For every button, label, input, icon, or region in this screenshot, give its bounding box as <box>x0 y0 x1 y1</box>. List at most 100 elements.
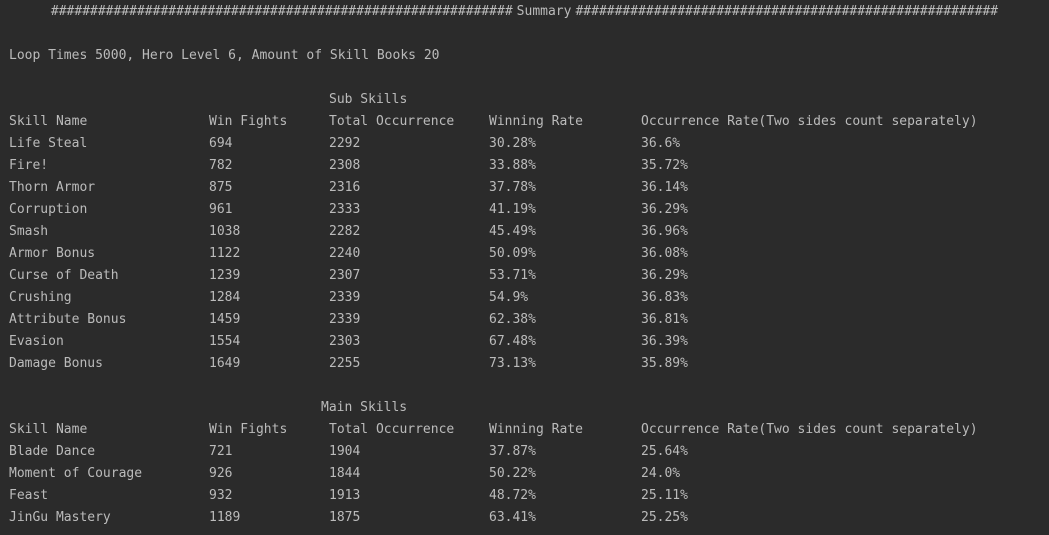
cell-total-occurrence: 2339 <box>329 290 361 305</box>
cell-occurrence-rate: 36.6% <box>641 136 681 151</box>
cell-win-fights: 1284 <box>209 290 241 305</box>
cell-occurrence-rate: 36.83% <box>641 290 688 305</box>
table-row: Feast 932 1913 48.72% 25.11% <box>9 485 1039 507</box>
cell-occurrence-rate: 25.25% <box>641 510 688 525</box>
cell-winning-rate: 30.28% <box>489 136 536 151</box>
cell-occurrence-rate: 35.72% <box>641 158 688 173</box>
table-row: Blade Dance 721 1904 37.87% 25.64% <box>9 441 1039 463</box>
cell-occurrence-rate: 25.11% <box>641 488 688 503</box>
column-header-occurrence-rate: Occurrence Rate(Two sides count separate… <box>641 114 978 129</box>
cell-win-fights: 721 <box>209 444 233 459</box>
cell-total-occurrence: 2282 <box>329 224 361 239</box>
column-header-winning-rate: Winning Rate <box>489 114 583 129</box>
cell-winning-rate: 41.19% <box>489 202 536 217</box>
cell-skill-name: Feast <box>9 488 49 503</box>
cell-win-fights: 932 <box>209 488 233 503</box>
cell-skill-name: Corruption <box>9 202 88 217</box>
cell-winning-rate: 53.71% <box>489 268 536 283</box>
cell-win-fights: 1649 <box>209 356 241 371</box>
table-row: Corruption 961 2333 41.19% 36.29% <box>9 199 1039 221</box>
cell-occurrence-rate: 24.0% <box>641 466 681 481</box>
cell-win-fights: 694 <box>209 136 233 151</box>
main-skills-header-row: Skill Name Win Fights Total Occurrence W… <box>9 419 1039 441</box>
cell-total-occurrence: 2307 <box>329 268 361 283</box>
cell-winning-rate: 73.13% <box>489 356 536 371</box>
info-line: Loop Times 5000, Hero Level 6, Amount of… <box>9 48 440 63</box>
table-row: Moment of Courage 926 1844 50.22% 24.0% <box>9 463 1039 485</box>
cell-occurrence-rate: 36.29% <box>641 268 688 283</box>
cell-skill-name: Life Steal <box>9 136 88 151</box>
column-header-skill-name: Skill Name <box>9 422 88 437</box>
cell-occurrence-rate: 36.08% <box>641 246 688 261</box>
table-row: Fire! 782 2308 33.88% 35.72% <box>9 155 1039 177</box>
table-row: Armor Bonus 1122 2240 50.09% 36.08% <box>9 243 1039 265</box>
column-header-win-fights: Win Fights <box>209 114 288 129</box>
cell-skill-name: Attribute Bonus <box>9 312 127 327</box>
table-row: Smash 1038 2282 45.49% 36.96% <box>9 221 1039 243</box>
cell-skill-name: Blade Dance <box>9 444 96 459</box>
cell-occurrence-rate: 35.89% <box>641 356 688 371</box>
cell-winning-rate: 45.49% <box>489 224 536 239</box>
main-skills-title: Main Skills <box>321 400 408 415</box>
column-header-winning-rate: Winning Rate <box>489 422 583 437</box>
column-header-total-occurrence: Total Occurrence <box>329 422 455 437</box>
sub-skills-header-row: Skill Name Win Fights Total Occurrence W… <box>9 111 1039 133</box>
cell-skill-name: Damage Bonus <box>9 356 103 371</box>
cell-winning-rate: 50.22% <box>489 466 536 481</box>
cell-win-fights: 875 <box>209 180 233 195</box>
cell-winning-rate: 37.78% <box>489 180 536 195</box>
cell-skill-name: Moment of Courage <box>9 466 143 481</box>
console-output: ########################################… <box>0 0 1049 535</box>
table-row: Thorn Armor 875 2316 37.78% 36.14% <box>9 177 1039 199</box>
cell-skill-name: Thorn Armor <box>9 180 96 195</box>
table-row: Evasion 1554 2303 67.48% 36.39% <box>9 331 1039 353</box>
cell-skill-name: JinGu Mastery <box>9 510 111 525</box>
cell-skill-name: Crushing <box>9 290 72 305</box>
cell-total-occurrence: 2308 <box>329 158 361 173</box>
cell-total-occurrence: 1875 <box>329 510 361 525</box>
cell-winning-rate: 54.9% <box>489 290 529 305</box>
cell-occurrence-rate: 36.29% <box>641 202 688 217</box>
cell-win-fights: 1122 <box>209 246 241 261</box>
column-header-win-fights: Win Fights <box>209 422 288 437</box>
cell-winning-rate: 37.87% <box>489 444 536 459</box>
column-header-occurrence-rate: Occurrence Rate(Two sides count separate… <box>641 422 978 437</box>
cell-win-fights: 1554 <box>209 334 241 349</box>
cell-win-fights: 1459 <box>209 312 241 327</box>
table-row: Attribute Bonus 1459 2339 62.38% 36.81% <box>9 309 1039 331</box>
cell-winning-rate: 62.38% <box>489 312 536 327</box>
cell-winning-rate: 67.48% <box>489 334 536 349</box>
cell-win-fights: 1239 <box>209 268 241 283</box>
table-row: Crushing 1284 2339 54.9% 36.83% <box>9 287 1039 309</box>
sub-skills-title: Sub Skills <box>329 92 408 107</box>
cell-win-fights: 961 <box>209 202 233 217</box>
cell-total-occurrence: 2240 <box>329 246 361 261</box>
cell-total-occurrence: 1913 <box>329 488 361 503</box>
cell-occurrence-rate: 36.14% <box>641 180 688 195</box>
cell-occurrence-rate: 25.64% <box>641 444 688 459</box>
summary-left-hashes: ########################################… <box>50 4 513 19</box>
table-row: JinGu Mastery 1189 1875 63.41% 25.25% <box>9 507 1039 529</box>
cell-occurrence-rate: 36.81% <box>641 312 688 327</box>
cell-total-occurrence: 2316 <box>329 180 361 195</box>
table-row: Curse of Death 1239 2307 53.71% 36.29% <box>9 265 1039 287</box>
cell-win-fights: 782 <box>209 158 233 173</box>
cell-total-occurrence: 1904 <box>329 444 361 459</box>
cell-skill-name: Evasion <box>9 334 64 349</box>
table-row: Damage Bonus 1649 2255 73.13% 35.89% <box>9 353 1039 375</box>
table-row: Life Steal 694 2292 30.28% 36.6% <box>9 133 1039 155</box>
cell-winning-rate: 33.88% <box>489 158 536 173</box>
cell-skill-name: Armor Bonus <box>9 246 96 261</box>
cell-total-occurrence: 2303 <box>329 334 361 349</box>
cell-total-occurrence: 2255 <box>329 356 361 371</box>
column-header-total-occurrence: Total Occurrence <box>329 114 455 129</box>
cell-total-occurrence: 1844 <box>329 466 361 481</box>
cell-winning-rate: 63.41% <box>489 510 536 525</box>
cell-occurrence-rate: 36.96% <box>641 224 688 239</box>
cell-skill-name: Smash <box>9 224 49 239</box>
cell-total-occurrence: 2339 <box>329 312 361 327</box>
cell-winning-rate: 48.72% <box>489 488 536 503</box>
cell-occurrence-rate: 36.39% <box>641 334 688 349</box>
cell-skill-name: Curse of Death <box>9 268 119 283</box>
cell-win-fights: 926 <box>209 466 233 481</box>
